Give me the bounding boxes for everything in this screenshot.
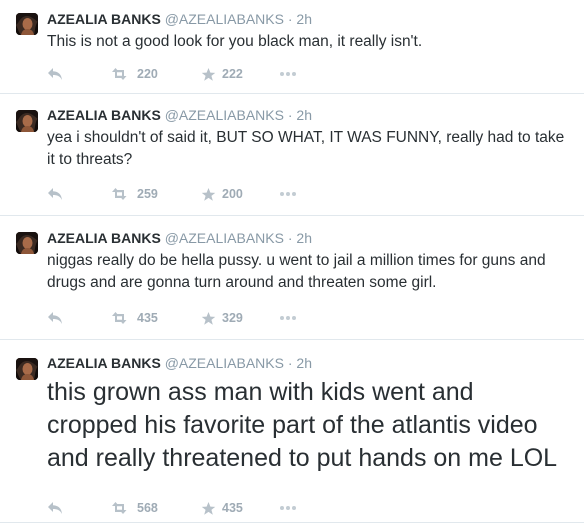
tweet-actions: 568 435: [47, 499, 297, 517]
tweet[interactable]: AZEALIA BANKS @AZEALIABANKS · 2h yea i s…: [0, 94, 584, 216]
tweet-content: AZEALIA BANKS @AZEALIABANKS · 2h yea i s…: [47, 106, 570, 171]
profile-photo-icon: [16, 358, 38, 380]
author-name[interactable]: AZEALIA BANKS: [47, 355, 161, 371]
tweet-actions: 435 329: [47, 309, 297, 327]
avatar[interactable]: [16, 232, 38, 254]
tweet-header: AZEALIA BANKS @AZEALIABANKS · 2h: [47, 229, 570, 248]
reply-button[interactable]: [47, 501, 111, 515]
retweet-icon: [111, 501, 131, 515]
retweet-count: 568: [137, 501, 158, 515]
star-icon: [201, 67, 216, 82]
favorite-count: 200: [222, 187, 243, 201]
star-icon: [201, 501, 216, 516]
tweet-actions: 220 222: [47, 65, 297, 83]
more-dots-icon: [279, 71, 297, 77]
author-name[interactable]: AZEALIA BANKS: [47, 230, 161, 246]
timestamp[interactable]: 2h: [296, 230, 312, 246]
author-handle[interactable]: @AZEALIABANKS: [165, 11, 284, 27]
retweet-button[interactable]: 435: [111, 311, 201, 325]
author-handle[interactable]: @AZEALIABANKS: [165, 230, 284, 246]
tweet-text: this grown ass man with kids went and cr…: [47, 378, 558, 472]
star-icon: [201, 187, 216, 202]
tweet-text: yea i shouldn't of said it, BUT SO WHAT,…: [47, 129, 565, 168]
profile-photo-icon: [16, 232, 38, 254]
author-name[interactable]: AZEALIA BANKS: [47, 11, 161, 27]
avatar[interactable]: [16, 110, 38, 132]
favorite-button[interactable]: 435: [201, 501, 279, 516]
favorite-button[interactable]: 222: [201, 67, 279, 82]
tweet-actions: 259 200: [47, 185, 297, 203]
tweet-text: niggas really do be hella pussy. u went …: [47, 252, 546, 291]
more-button[interactable]: [279, 505, 297, 511]
retweet-icon: [111, 67, 131, 81]
separator: ·: [287, 230, 293, 246]
reply-icon: [47, 187, 63, 201]
tweet-text: This is not a good look for you black ma…: [47, 33, 423, 50]
separator: ·: [287, 355, 293, 371]
tweet-content: AZEALIA BANKS @AZEALIABANKS · 2h niggas …: [47, 229, 570, 294]
tweet-header: AZEALIA BANKS @AZEALIABANKS · 2h: [47, 106, 570, 125]
separator: ·: [287, 107, 293, 123]
more-button[interactable]: [279, 71, 297, 77]
reply-button[interactable]: [47, 187, 111, 201]
retweet-icon: [111, 311, 131, 325]
more-dots-icon: [279, 315, 297, 321]
favorite-count: 435: [222, 501, 243, 515]
reply-button[interactable]: [47, 311, 111, 325]
reply-icon: [47, 67, 63, 81]
more-dots-icon: [279, 191, 297, 197]
tweet-header: AZEALIA BANKS @AZEALIABANKS · 2h: [47, 10, 570, 29]
favorite-button[interactable]: 329: [201, 311, 279, 326]
timestamp[interactable]: 2h: [296, 107, 312, 123]
favorite-button[interactable]: 200: [201, 187, 279, 202]
profile-photo-icon: [16, 13, 38, 35]
profile-photo-icon: [16, 110, 38, 132]
author-handle[interactable]: @AZEALIABANKS: [165, 355, 284, 371]
retweet-button[interactable]: 259: [111, 187, 201, 201]
tweet[interactable]: AZEALIA BANKS @AZEALIABANKS · 2h this gr…: [0, 340, 584, 523]
tweet-content: AZEALIA BANKS @AZEALIABANKS · 2h this gr…: [47, 354, 570, 475]
more-button[interactable]: [279, 315, 297, 321]
retweet-button[interactable]: 220: [111, 67, 201, 81]
retweet-count: 435: [137, 311, 158, 325]
tweet-header: AZEALIA BANKS @AZEALIABANKS · 2h: [47, 354, 570, 373]
favorite-count: 222: [222, 67, 243, 81]
reply-icon: [47, 501, 63, 515]
more-button[interactable]: [279, 191, 297, 197]
author-handle[interactable]: @AZEALIABANKS: [165, 107, 284, 123]
avatar[interactable]: [16, 13, 38, 35]
tweet-content: AZEALIA BANKS @AZEALIABANKS · 2h This is…: [47, 10, 570, 53]
separator: ·: [287, 11, 293, 27]
reply-button[interactable]: [47, 67, 111, 81]
tweet[interactable]: AZEALIA BANKS @AZEALIABANKS · 2h niggas …: [0, 216, 584, 340]
reply-icon: [47, 311, 63, 325]
timestamp[interactable]: 2h: [296, 355, 312, 371]
more-dots-icon: [279, 505, 297, 511]
retweet-button[interactable]: 568: [111, 501, 201, 515]
retweet-count: 259: [137, 187, 158, 201]
favorite-count: 329: [222, 311, 243, 325]
retweet-count: 220: [137, 67, 158, 81]
timestamp[interactable]: 2h: [296, 11, 312, 27]
avatar[interactable]: [16, 358, 38, 380]
author-name[interactable]: AZEALIA BANKS: [47, 107, 161, 123]
tweet[interactable]: AZEALIA BANKS @AZEALIABANKS · 2h This is…: [0, 0, 584, 94]
retweet-icon: [111, 187, 131, 201]
star-icon: [201, 311, 216, 326]
